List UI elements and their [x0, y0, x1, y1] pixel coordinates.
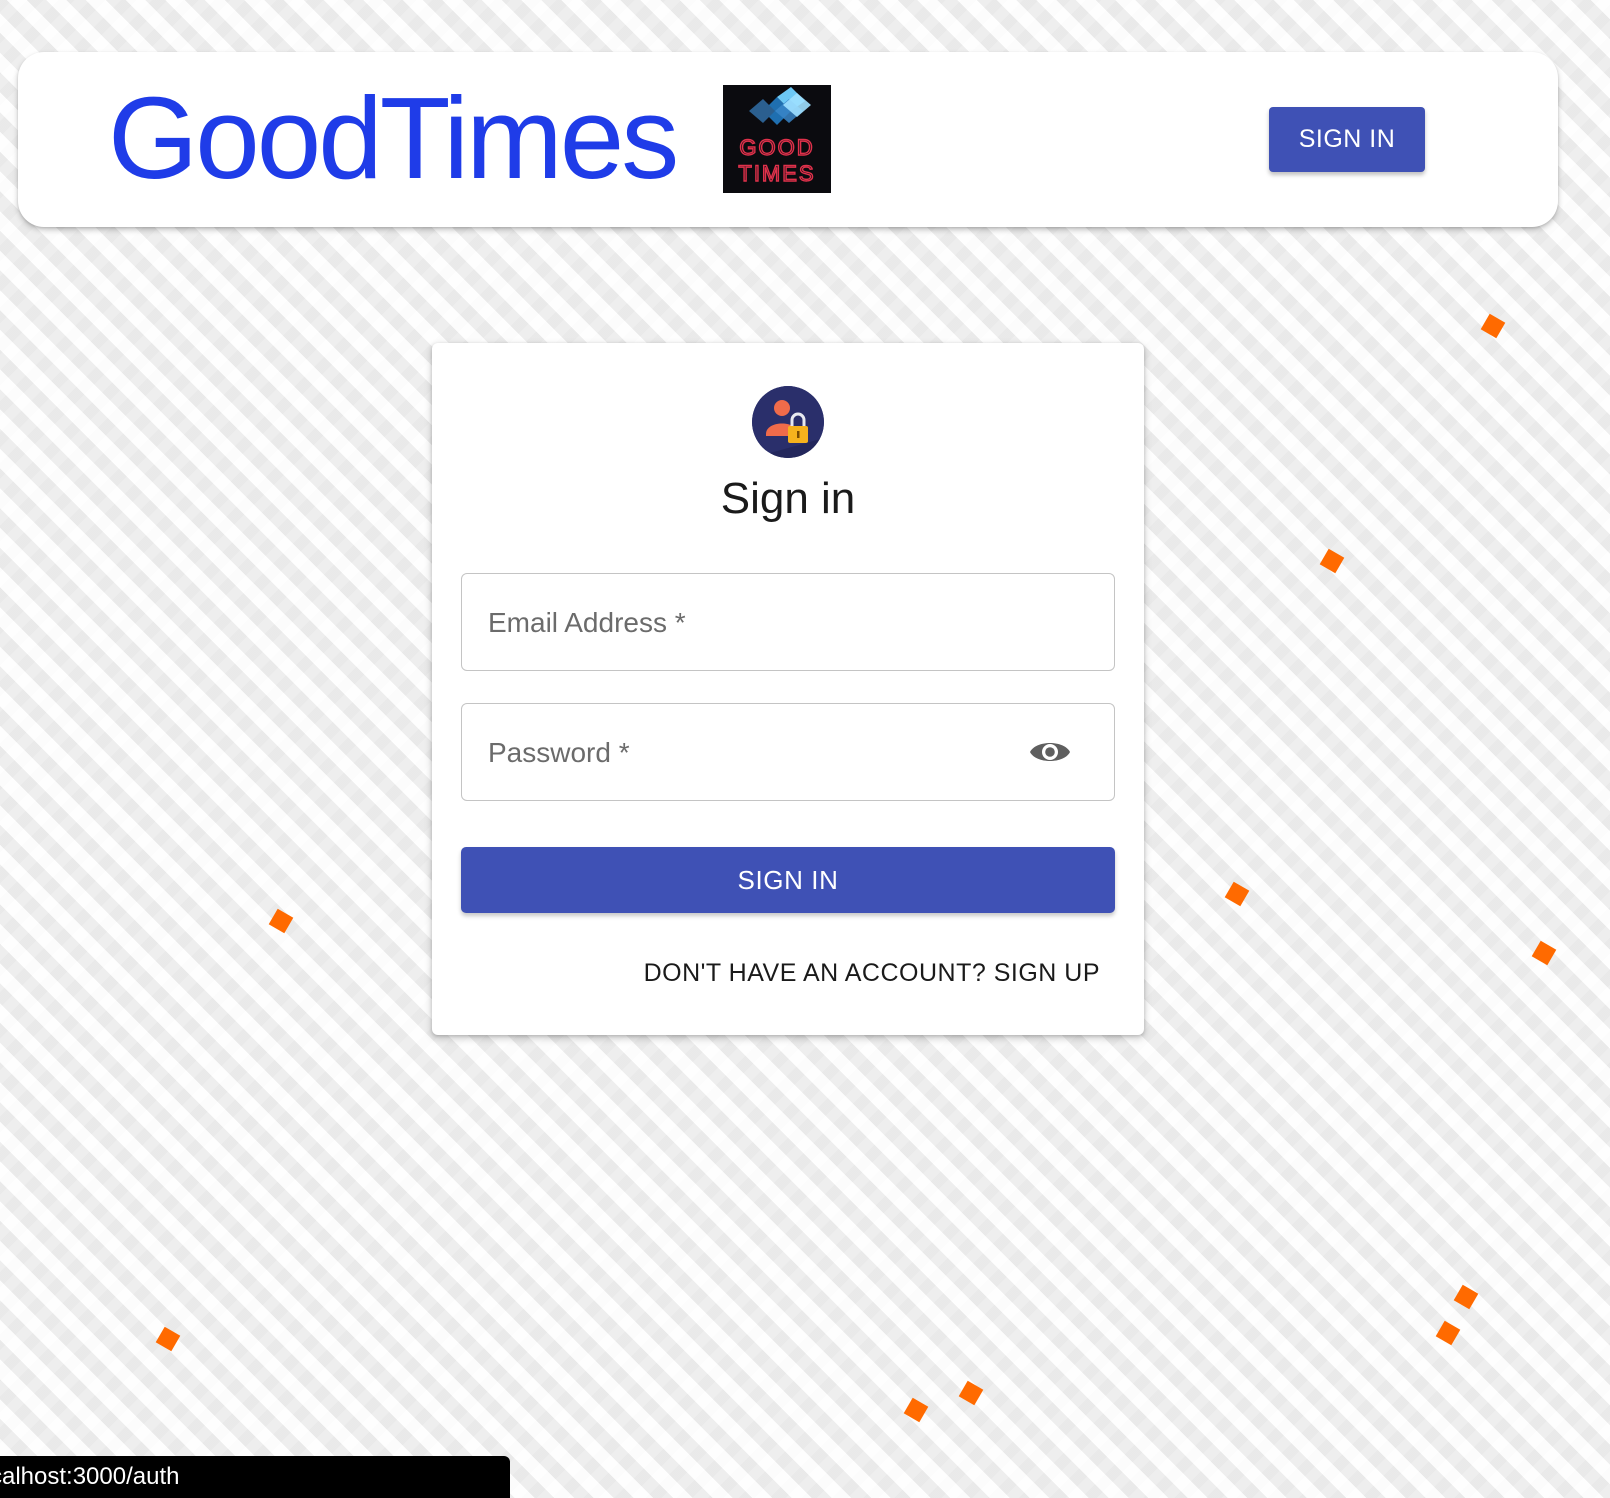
brand-logo: GOOD TIMES: [723, 85, 831, 193]
password-field[interactable]: [461, 703, 1115, 802]
password-input[interactable]: [486, 704, 1050, 802]
brand-title: GoodTimes: [108, 73, 679, 203]
browser-status-bar: calhost:3000/auth: [0, 1456, 510, 1498]
user-lock-icon: [752, 386, 824, 458]
signin-card: Sign in SIGN IN DON'T HAVE AN ACCOUNT? S…: [432, 343, 1144, 1035]
decor-square: [903, 1397, 929, 1423]
decor-square: [1319, 548, 1345, 574]
decor-square: [268, 908, 294, 934]
decor-square: [1435, 1320, 1461, 1346]
status-url: calhost:3000/auth: [0, 1463, 180, 1490]
signin-submit-button[interactable]: SIGN IN: [461, 847, 1115, 913]
app-header: GoodTimes GOOD TIMES SIGN IN: [18, 52, 1558, 227]
decor-square: [958, 1380, 984, 1406]
eye-icon[interactable]: [1028, 734, 1072, 770]
header-signin-button[interactable]: SIGN IN: [1269, 107, 1425, 172]
logo-word-good: GOOD: [739, 135, 814, 160]
email-input[interactable]: [486, 574, 1050, 672]
decor-square: [1453, 1284, 1479, 1310]
decor-square: [1224, 881, 1250, 907]
page-title: Sign in: [720, 474, 856, 523]
signup-link[interactable]: DON'T HAVE AN ACCOUNT? SIGN UP: [644, 959, 1100, 988]
email-field[interactable]: [461, 573, 1115, 672]
decor-square: [1531, 940, 1557, 966]
decor-square: [1480, 313, 1506, 339]
good-times-logo-icon: GOOD TIMES: [738, 87, 815, 187]
logo-word-times: TIMES: [738, 161, 815, 186]
decor-square: [155, 1326, 181, 1352]
